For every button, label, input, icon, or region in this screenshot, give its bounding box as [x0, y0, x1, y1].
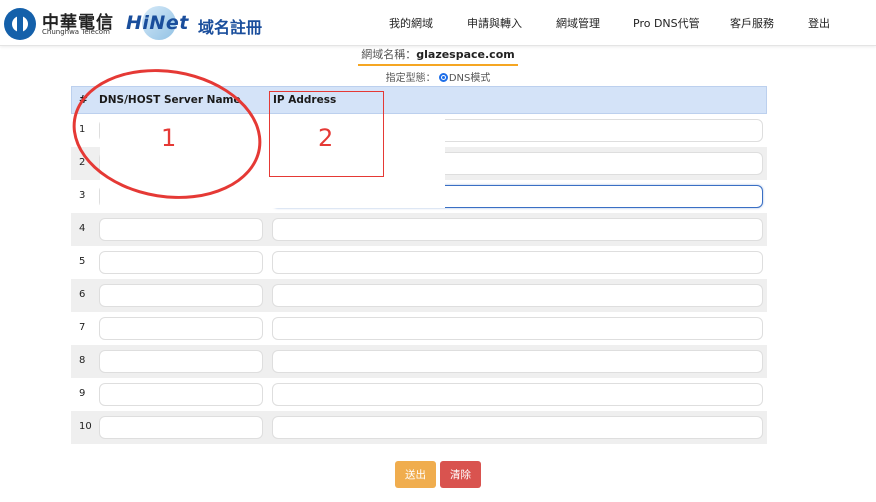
- annotation-label-2: 2: [318, 124, 334, 152]
- row-number: 6: [79, 289, 86, 300]
- domain-name-value: glazespace.com: [416, 48, 515, 61]
- table-row: 5: [71, 246, 767, 279]
- table-row: 7: [71, 312, 767, 345]
- ip-address-input[interactable]: [272, 284, 763, 307]
- table-row: 10: [71, 411, 767, 444]
- server-name-input[interactable]: [99, 251, 263, 274]
- form-buttons: 送出 清除: [0, 461, 876, 488]
- server-name-input[interactable]: [99, 383, 263, 406]
- ip-address-input[interactable]: [272, 416, 763, 439]
- main-nav: 我的網域 申請與轉入 網域管理 Pro DNS代管 客戶服務 登出: [0, 15, 876, 33]
- domain-name-label: 網域名稱：: [361, 48, 417, 61]
- top-header: 中華電信 Chunghwa Telecom HiNet 域名註冊 我的網域 申請…: [0, 0, 876, 46]
- table-row: 6: [71, 279, 767, 312]
- server-name-input[interactable]: [99, 317, 263, 340]
- row-number: 10: [79, 421, 92, 432]
- server-name-input[interactable]: [99, 416, 263, 439]
- table-row: 4: [71, 213, 767, 246]
- ip-address-input[interactable]: [272, 350, 763, 373]
- row-number: 3: [79, 190, 86, 201]
- row-number: 5: [79, 256, 86, 267]
- nav-my-domains[interactable]: 我的網域: [389, 15, 433, 31]
- clear-button[interactable]: 清除: [440, 461, 481, 488]
- ip-address-input[interactable]: [272, 317, 763, 340]
- ip-address-input[interactable]: [272, 383, 763, 406]
- table-row: 9: [71, 378, 767, 411]
- server-name-input[interactable]: [99, 350, 263, 373]
- server-name-input[interactable]: [99, 218, 263, 241]
- nav-apply-transfer[interactable]: 申請與轉入: [467, 15, 522, 31]
- nav-pro-dns[interactable]: Pro DNS代管: [633, 15, 700, 31]
- server-name-input[interactable]: [99, 284, 263, 307]
- row-number: 4: [79, 223, 86, 234]
- dns-mode-radio[interactable]: [438, 73, 448, 82]
- type-label: 指定型態：: [385, 73, 436, 84]
- table-row: 8: [71, 345, 767, 378]
- ip-address-input[interactable]: [272, 218, 763, 241]
- nav-domain-management[interactable]: 網域管理: [556, 15, 600, 31]
- row-number: 9: [79, 388, 86, 399]
- nav-logout[interactable]: 登出: [808, 15, 830, 31]
- dns-mode-label[interactable]: DNS模式: [449, 73, 491, 84]
- ip-address-input[interactable]: [272, 251, 763, 274]
- nav-customer-service[interactable]: 客戶服務: [730, 15, 774, 31]
- submit-button[interactable]: 送出: [395, 461, 436, 488]
- domain-name-wrap: 網域名稱：glazespace.com: [358, 46, 518, 66]
- row-number: 8: [79, 355, 86, 366]
- domain-name-line: 網域名稱：glazespace.com: [0, 46, 876, 66]
- row-number: 7: [79, 322, 86, 333]
- annotation-label-1: 1: [161, 124, 177, 152]
